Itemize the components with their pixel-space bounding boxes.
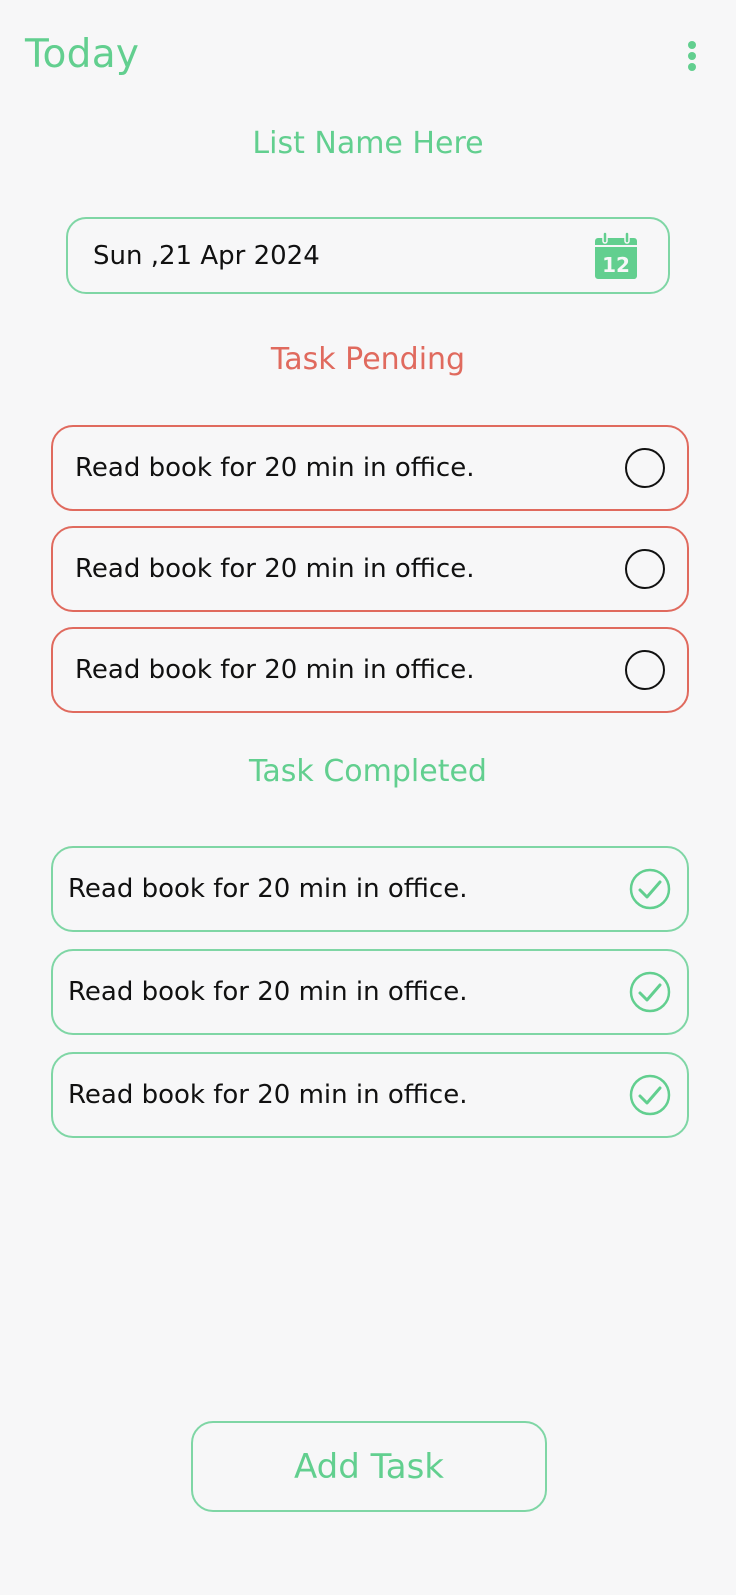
today-screen: Today List Name Here Sun ,21 Apr 2024 12… <box>0 0 736 1595</box>
task-text: Read book for 20 min in office. <box>75 554 475 584</box>
task-checkbox-unchecked[interactable] <box>625 549 665 589</box>
list-name-title: List Name Here <box>252 126 484 161</box>
task-text: Read book for 20 min in office. <box>68 977 468 1007</box>
task-text: Read book for 20 min in office. <box>75 655 475 685</box>
page-title: Today <box>25 32 140 77</box>
completed-task-item[interactable]: Read book for 20 min in office. <box>51 949 689 1035</box>
date-picker-field[interactable]: Sun ,21 Apr 2024 12 <box>66 217 670 294</box>
add-task-button[interactable]: Add Task <box>191 1421 547 1512</box>
task-checkbox-unchecked[interactable] <box>625 650 665 690</box>
completed-task-item[interactable]: Read book for 20 min in office. <box>51 1052 689 1138</box>
pending-task-item[interactable]: Read book for 20 min in office. <box>51 526 689 612</box>
check-circle-icon[interactable] <box>629 868 671 910</box>
check-circle-icon[interactable] <box>629 971 671 1013</box>
completed-task-item[interactable]: Read book for 20 min in office. <box>51 846 689 932</box>
task-text: Read book for 20 min in office. <box>68 1080 468 1110</box>
pending-task-item[interactable]: Read book for 20 min in office. <box>51 425 689 511</box>
task-text: Read book for 20 min in office. <box>68 874 468 904</box>
completed-section-title: Task Completed <box>249 754 487 789</box>
more-vertical-icon[interactable] <box>680 38 704 74</box>
calendar-day-number: 12 <box>602 253 630 277</box>
date-value: Sun ,21 Apr 2024 <box>93 240 320 271</box>
pending-task-item[interactable]: Read book for 20 min in office. <box>51 627 689 713</box>
menu-dot <box>688 52 696 60</box>
task-text: Read book for 20 min in office. <box>75 453 475 483</box>
menu-dot <box>688 63 696 71</box>
menu-dot <box>688 41 696 49</box>
check-circle-icon[interactable] <box>629 1074 671 1116</box>
task-checkbox-unchecked[interactable] <box>625 448 665 488</box>
calendar-icon[interactable]: 12 <box>594 231 638 280</box>
pending-section-title: Task Pending <box>270 342 466 377</box>
